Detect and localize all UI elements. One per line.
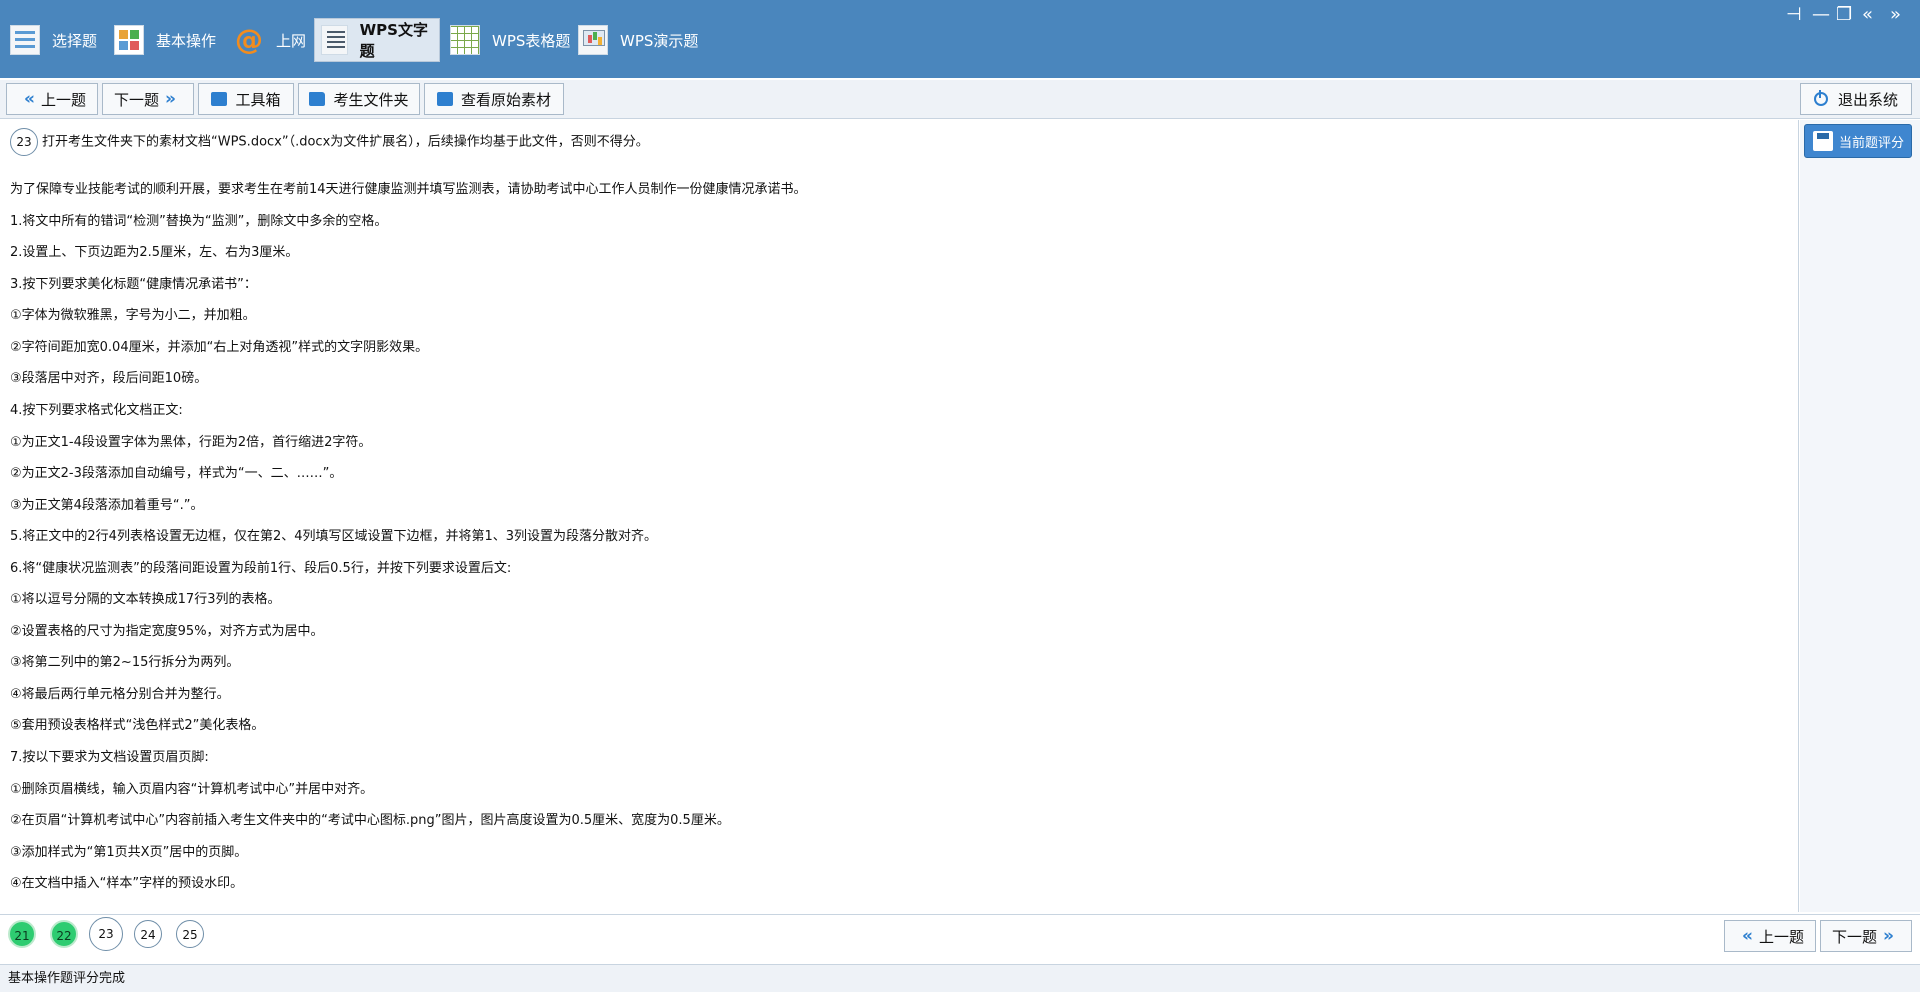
bottom-prev-button[interactable]: « 上一题 — [1724, 920, 1816, 952]
toolbox-label: 工具箱 — [235, 90, 281, 109]
question-line: 1.将文中所有的错词“检测”替换为“监测”，删除文中多余的空格。 — [10, 214, 388, 229]
restore-icon[interactable]: ❐ — [1836, 6, 1852, 24]
view-source-button[interactable]: 查看原始素材 — [424, 83, 564, 115]
pin-icon[interactable]: ⊣ — [1786, 6, 1802, 24]
document-icon — [321, 25, 348, 55]
question-line: 3.按下列要求美化标题“健康情况承诺书”： — [10, 277, 257, 292]
top-module-bar: 选择题 基本操作 @ 上网 WPS文字题 WPS表格题 WPS演示题 ⊣ — ❐… — [0, 0, 1920, 78]
question-line: ②在页眉“计算机考试中心”内容前插入考生文件夹中的“考试中心图标.png”图片，… — [10, 813, 730, 828]
question-line: ②设置表格的尺寸为指定宽度95%，对齐方式为居中。 — [10, 624, 324, 639]
expand-icon[interactable]: » — [1890, 6, 1901, 24]
question-line: 6.将“健康状况监测表”的段落间距设置为段前1行、段后0.5行，并按下列要求设置… — [10, 561, 512, 576]
module-tab-label: WPS表格题 — [492, 31, 571, 50]
double-chevron-left-icon: « — [24, 89, 35, 109]
question-content: 23 打开考生文件夹下的素材文档“WPS.docx”（.docx为文件扩展名），后… — [0, 120, 1799, 912]
module-tab-label: 选择题 — [52, 31, 98, 50]
list-icon — [10, 25, 40, 55]
question-line: ②为正文2-3段落添加自动编号，样式为“一、二、……”。 — [10, 466, 343, 481]
question-line: ③将第二列中的第2~15行拆分为两列。 — [10, 655, 240, 670]
module-tab-label: WPS演示题 — [620, 31, 699, 50]
score-button-label: 当前题评分 — [1839, 135, 1905, 151]
student-folder-button[interactable]: 考生文件夹 — [298, 83, 420, 115]
question-line: 为了保障专业技能考试的顺利开展，要求考生在考前14天进行健康监测并填写监测表，请… — [10, 182, 807, 197]
question-number-badge: 23 — [10, 128, 38, 156]
question-line: ③为正文第4段落添加着重号“.”。 — [10, 498, 204, 513]
double-chevron-right-icon: » — [1883, 926, 1894, 946]
question-line: 4.按下列要求格式化文档正文: — [10, 403, 183, 418]
student-folder-label: 考生文件夹 — [333, 90, 409, 109]
exit-system-label: 退出系统 — [1837, 90, 1898, 109]
main-toolbar: « 上一题 下一题 » 工具箱 考生文件夹 查看原始素材 退出系统 — [0, 80, 1920, 119]
exit-system-button[interactable]: 退出系统 — [1800, 83, 1912, 115]
bottom-prev-label: 上一题 — [1758, 927, 1804, 946]
question-line: 2.设置上、下页边距为2.5厘米，左、右为3厘米。 — [10, 245, 299, 260]
question-line: ④在文档中插入“样本”字样的预设水印。 — [10, 876, 244, 891]
page-dot-24[interactable]: 24 — [134, 920, 162, 948]
module-tab-wps-present[interactable]: WPS演示题 — [572, 18, 704, 62]
module-tab-label: 上网 — [276, 31, 307, 50]
question-line: 7.按以下要求为文档设置页眉页脚: — [10, 750, 209, 765]
double-chevron-left-icon: « — [1742, 926, 1753, 946]
next-question-button[interactable]: 下一题 » — [102, 83, 194, 115]
folder-icon — [309, 92, 326, 106]
question-line: ②字符间距加宽0.04厘米，并添加“右上对角透视”样式的文字阴影效果。 — [10, 340, 429, 355]
save-disk-icon — [1813, 131, 1833, 151]
module-tab-basic-ops[interactable]: 基本操作 — [108, 18, 222, 62]
prev-question-button[interactable]: « 上一题 — [6, 83, 98, 115]
module-tab-label: 基本操作 — [156, 31, 217, 50]
question-line: ④将最后两行单元格分别合并为整行。 — [10, 687, 230, 702]
right-side-panel — [1800, 120, 1920, 912]
next-question-label: 下一题 — [114, 90, 160, 109]
module-tab-wps-sheet[interactable]: WPS表格题 — [444, 18, 576, 62]
question-intro: 23 打开考生文件夹下的素材文档“WPS.docx”（.docx为文件扩展名），后… — [10, 128, 649, 156]
view-source-label: 查看原始素材 — [460, 90, 551, 109]
bottom-nav-bar — [0, 914, 1920, 965]
module-tab-internet[interactable]: @ 上网 — [228, 18, 312, 62]
at-icon: @ — [235, 23, 263, 56]
question-line: ①删除页眉横线，输入页眉内容“计算机考试中心”并居中对齐。 — [10, 782, 374, 797]
module-tab-choice[interactable]: 选择题 — [4, 18, 103, 62]
prev-question-label: 上一题 — [40, 90, 86, 109]
bottom-next-label: 下一题 — [1832, 927, 1878, 946]
question-line: ③添加样式为“第1页共X页”居中的页脚。 — [10, 845, 248, 860]
question-line: ⑤套用预设表格样式“浅色样式2”美化表格。 — [10, 718, 265, 733]
bottom-next-button[interactable]: 下一题 » — [1820, 920, 1912, 952]
score-current-question-button[interactable]: 当前题评分 — [1804, 124, 1912, 158]
module-tab-label: WPS文字题 — [359, 21, 428, 60]
presentation-icon — [578, 25, 608, 55]
spreadsheet-icon — [450, 25, 480, 55]
question-line: 5.将正文中的2行4列表格设置无边框，仅在第2、4列填写区域设置下边框，并将第1… — [10, 529, 658, 544]
page-dot-25[interactable]: 25 — [176, 920, 204, 948]
collapse-left-icon[interactable]: « — [1862, 6, 1873, 24]
toolbox-icon — [211, 92, 228, 106]
toolbox-button[interactable]: 工具箱 — [198, 83, 294, 115]
question-line: ①将以逗号分隔的文本转换成17行3列的表格。 — [10, 592, 281, 607]
page-dot-22[interactable]: 22 — [50, 920, 78, 948]
page-dot-21[interactable]: 21 — [8, 920, 36, 948]
copy-icon — [436, 92, 453, 106]
question-text: 打开考生文件夹下的素材文档“WPS.docx”（.docx为文件扩展名），后续操… — [42, 134, 649, 150]
double-chevron-right-icon: » — [165, 89, 176, 109]
minimize-icon[interactable]: — — [1812, 6, 1830, 24]
question-line: ①字体为微软雅黑，字号为小二，并加粗。 — [10, 308, 256, 323]
status-bar: 基本操作题评分完成 — [0, 964, 1920, 992]
question-line: ③段落居中对齐，段后间距10磅。 — [10, 371, 208, 386]
page-dot-23[interactable]: 23 — [89, 917, 123, 951]
power-icon — [1813, 90, 1828, 106]
grid-icon — [114, 25, 144, 55]
question-line: ①为正文1-4段设置字体为黑体，行距为2倍，首行缩进2字符。 — [10, 435, 372, 450]
module-tab-wps-writer[interactable]: WPS文字题 — [314, 18, 440, 62]
